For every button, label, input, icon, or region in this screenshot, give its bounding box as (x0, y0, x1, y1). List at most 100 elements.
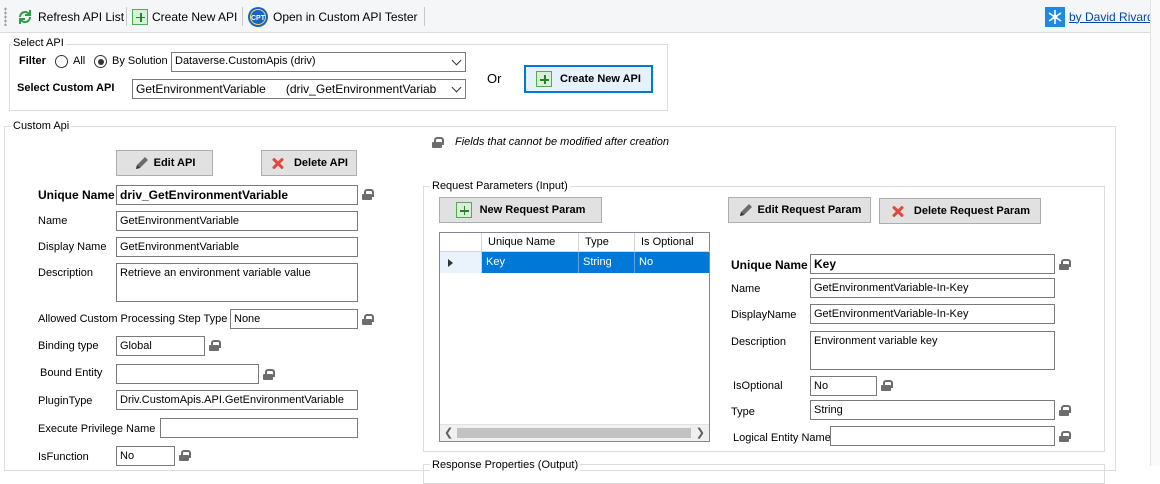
refresh-api-list-label: Refresh API List (38, 9, 125, 24)
is-function-label: IsFunction (38, 451, 89, 463)
bound-entity-field[interactable] (116, 364, 259, 384)
window-vertical-scrollbar[interactable] (1150, 0, 1160, 466)
filter-label: Filter (19, 55, 46, 67)
lock-icon (1059, 405, 1071, 416)
delete-x-icon (270, 155, 286, 171)
param-type-label: Type (731, 406, 755, 418)
toolbar-create-new-api-button[interactable]: Create New API (132, 5, 237, 28)
lock-icon (362, 314, 374, 325)
param-logical-entity-field[interactable] (830, 426, 1055, 446)
author-icon (1045, 6, 1065, 27)
param-is-optional-field[interactable]: No (810, 376, 877, 396)
grid-header-unique-name[interactable]: Unique Name (482, 233, 579, 252)
author-link[interactable]: by David Rivard (1045, 5, 1154, 28)
plus-icon (455, 202, 472, 218)
chevron-down-icon (451, 55, 462, 66)
filter-by-solution-label: By Solution (112, 55, 168, 67)
filter-all-radio[interactable] (55, 55, 68, 68)
binding-type-field[interactable]: Global (116, 336, 205, 356)
delete-api-button[interactable]: Delete API (261, 150, 357, 176)
edit-api-button[interactable]: Edit API (116, 150, 213, 176)
new-request-param-button[interactable]: New Request Param (439, 197, 602, 223)
display-name-label: Display Name (38, 241, 107, 253)
grid-cell-type[interactable]: String (579, 252, 635, 273)
scrollbar-thumb[interactable] (457, 428, 691, 438)
description-label: Description (38, 267, 94, 279)
allowed-step-type-field[interactable]: None (230, 309, 358, 329)
param-name-field[interactable]: GetEnvironmentVariable-In-Key (810, 278, 1055, 298)
scroll-right-icon[interactable]: ❯ (696, 426, 705, 439)
toolbar-grip (4, 7, 7, 26)
chevron-down-icon (451, 82, 462, 93)
open-custom-api-tester-button[interactable]: CPT Open in Custom API Tester (247, 5, 418, 28)
grid-corner-header (440, 233, 482, 252)
open-custom-api-tester-label: Open in Custom API Tester (273, 9, 418, 24)
scroll-left-icon[interactable]: ❮ (444, 426, 453, 439)
row-selector-arrow-icon[interactable] (440, 252, 482, 273)
custom-api-tester-icon-text: CPT (251, 15, 266, 22)
lock-icon (209, 340, 221, 351)
param-description-label: Description (731, 336, 787, 348)
unique-name-field[interactable]: driv_GetEnvironmentVariable (116, 185, 358, 205)
edit-request-param-label: Edit Request Param (757, 204, 862, 216)
grid-header-row: Unique Name Type Is Optional (440, 233, 710, 252)
plugin-type-field[interactable]: Driv.CustomApis.API.GetEnvironmentVariab… (116, 390, 358, 410)
request-params-grid[interactable]: Unique Name Type Is Optional Key String … (439, 232, 710, 442)
toolbar: Refresh API List Create New API CPT Open… (0, 0, 1160, 33)
new-request-param-label: New Request Param (479, 204, 586, 216)
grid-cell-is-optional[interactable]: No (635, 252, 709, 273)
bound-entity-label: Bound Entity (40, 367, 103, 379)
solution-dropdown[interactable]: Dataverse.CustomApis (driv) (171, 52, 466, 72)
grid-cell-unique-name[interactable]: Key (482, 252, 579, 273)
delete-api-label: Delete API (293, 157, 348, 169)
request-params-group-label: Request Parameters (Input) (430, 180, 570, 192)
param-display-name-field[interactable]: GetEnvironmentVariable-In-Key (810, 304, 1055, 324)
select-custom-api-label: Select Custom API (17, 82, 115, 94)
grid-header-is-optional[interactable]: Is Optional (635, 233, 710, 252)
grid-header-type[interactable]: Type (579, 233, 635, 252)
display-name-field[interactable]: GetEnvironmentVariable (116, 237, 358, 257)
lock-icon (432, 137, 444, 148)
is-function-field[interactable]: No (116, 446, 175, 466)
filter-all-label: All (73, 55, 86, 67)
or-label: Or (487, 71, 502, 86)
delete-request-param-label: Delete Request Param (913, 205, 1031, 217)
binding-type-label: Binding type (38, 340, 99, 352)
lock-icon (1059, 431, 1071, 442)
toolbar-separator (126, 7, 127, 26)
delete-request-param-button[interactable]: Delete Request Param (879, 198, 1041, 224)
description-field[interactable]: Retrieve an environment variable value (116, 263, 358, 302)
edit-api-label: Edit API (153, 157, 196, 169)
custom-api-tester-icon: CPT (248, 6, 268, 27)
param-unique-name-field[interactable]: Key (810, 254, 1055, 274)
refresh-icon (19, 9, 31, 24)
delete-x-icon (890, 203, 906, 219)
table-row[interactable]: Key String No (440, 252, 709, 273)
param-name-label: Name (731, 283, 761, 295)
custom-api-group-label: Custom Api (11, 120, 72, 132)
custom-api-dropdown[interactable]: GetEnvironmentVariable (driv_GetEnvironm… (132, 79, 466, 99)
create-new-api-label: Create New API (560, 73, 641, 85)
param-description-field[interactable]: Environment variable key (810, 331, 1055, 370)
custom-api-dropdown-value: GetEnvironmentVariable (driv_GetEnvironm… (136, 82, 437, 96)
lock-icon (263, 369, 275, 380)
grid-horizontal-scrollbar[interactable]: ❮ ❯ (440, 424, 709, 441)
response-props-group-label: Response Properties (Output) (430, 459, 581, 471)
lock-icon (179, 450, 191, 461)
pencil-icon (739, 204, 752, 216)
param-unique-name-label: Unique Name (731, 258, 808, 272)
create-new-api-button[interactable]: Create New API (524, 65, 653, 93)
execute-privilege-label: Execute Privilege Name (38, 423, 156, 435)
refresh-api-list-button[interactable]: Refresh API List (16, 5, 124, 28)
param-logical-entity-label: Logical Entity Name (733, 432, 831, 444)
execute-privilege-field[interactable] (160, 418, 358, 438)
filter-by-solution-radio[interactable] (94, 55, 107, 68)
edit-request-param-button[interactable]: Edit Request Param (728, 197, 871, 223)
name-field[interactable]: GetEnvironmentVariable (116, 211, 358, 231)
author-link-text: by David Rivard (1069, 9, 1154, 24)
unique-name-label: Unique Name (38, 188, 115, 202)
param-type-field[interactable]: String (810, 400, 1055, 420)
plugin-type-label: PluginType (38, 395, 93, 407)
toolbar-separator (242, 7, 243, 26)
param-is-optional-label: IsOptional (733, 380, 783, 392)
